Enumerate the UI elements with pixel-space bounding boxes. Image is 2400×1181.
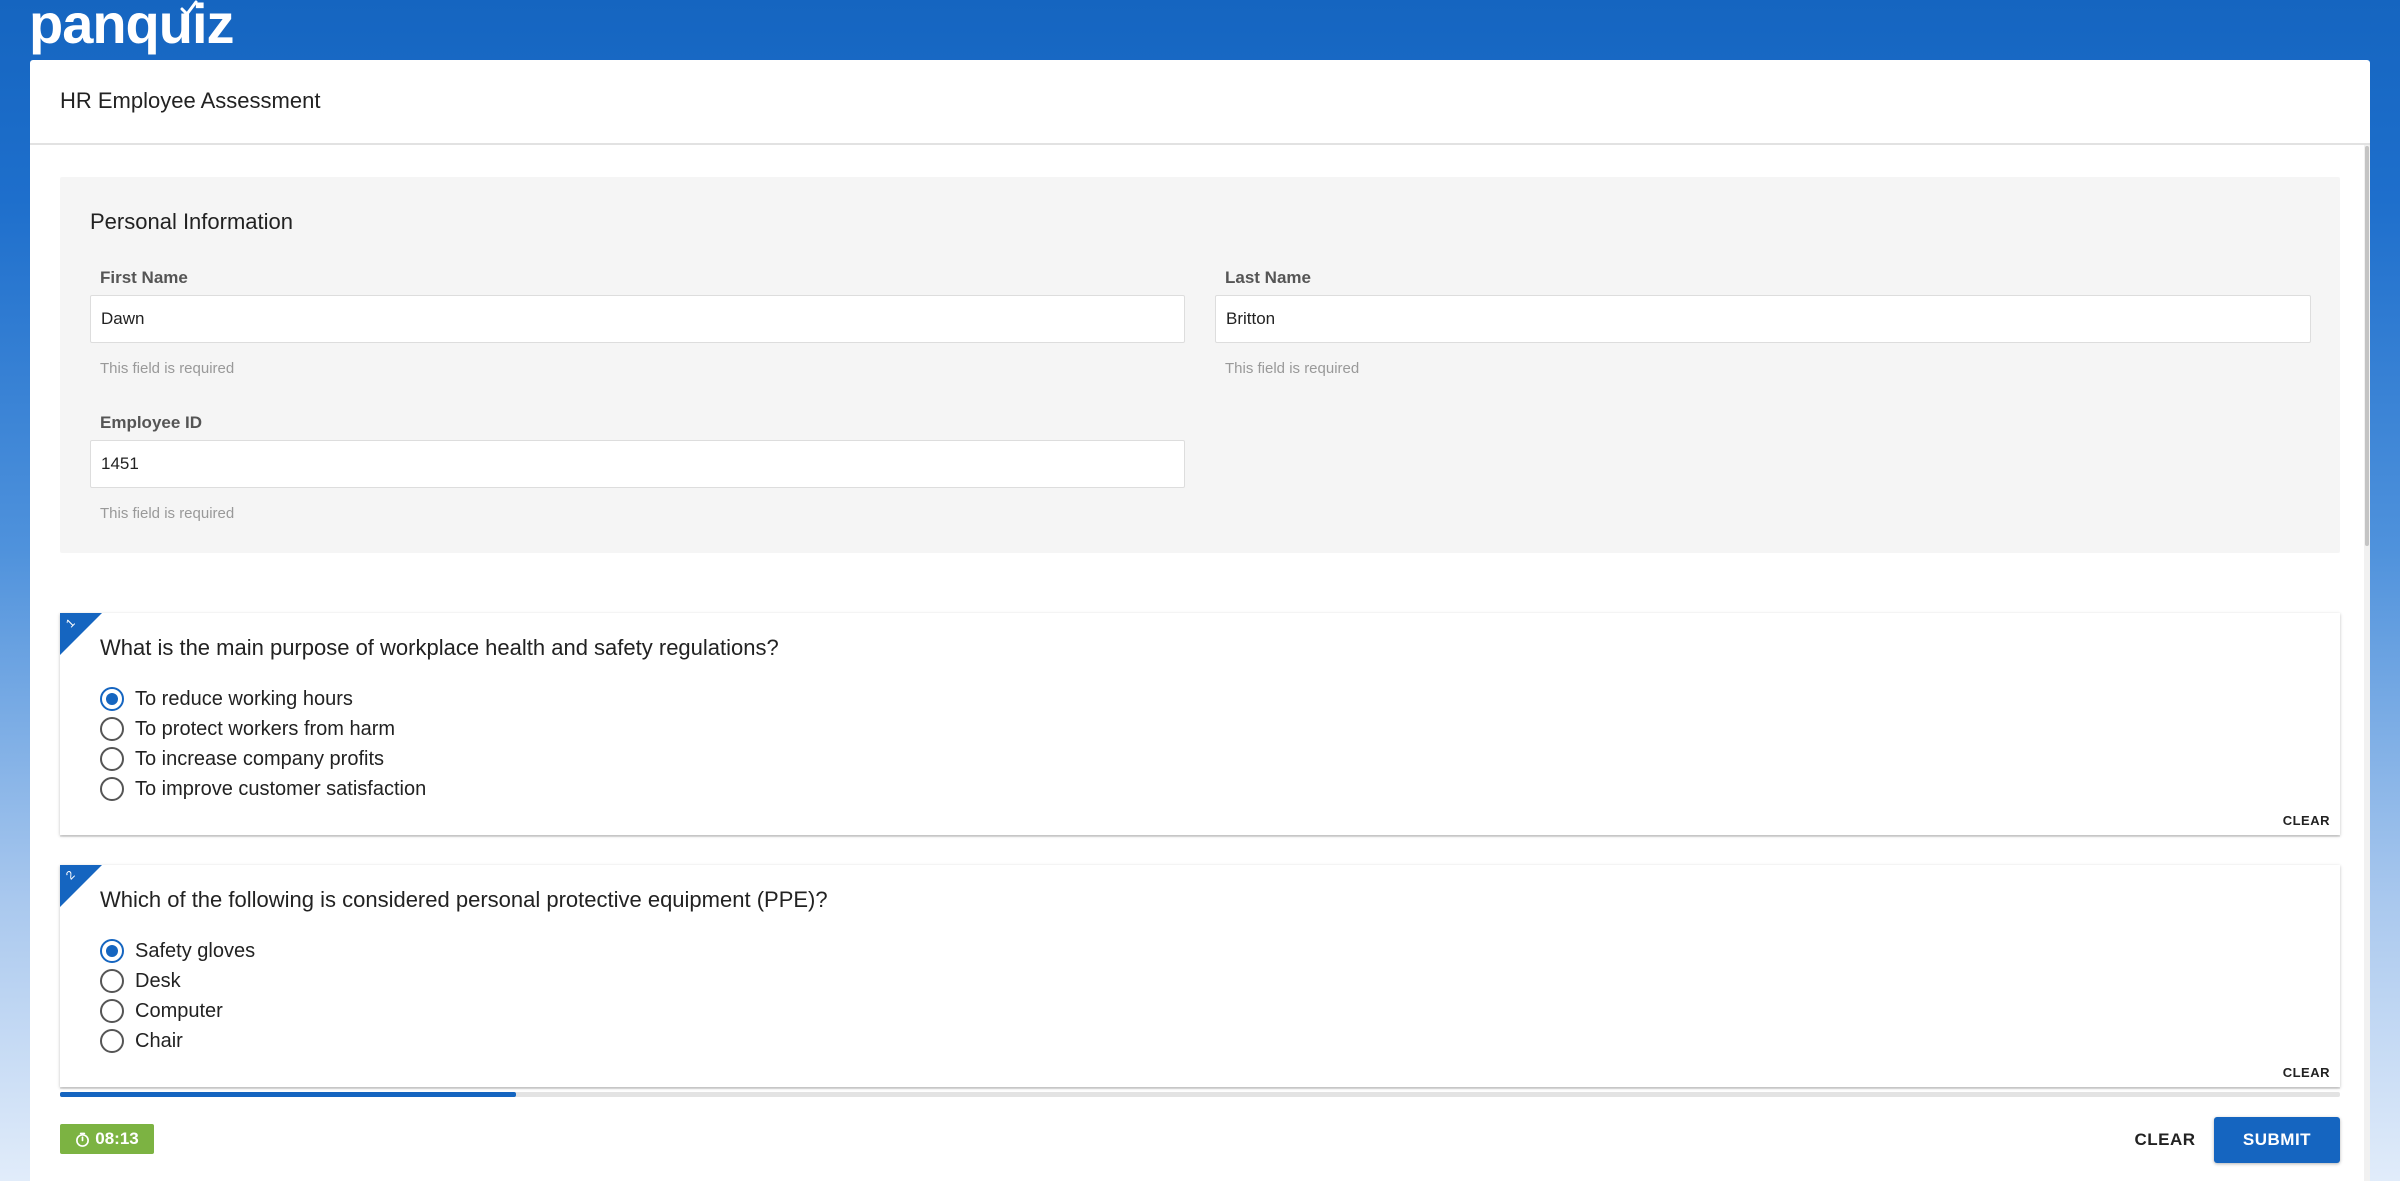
question-clear-button[interactable]: CLEAR — [2283, 813, 2330, 828]
answer-option-label: To protect workers from harm — [135, 717, 396, 740]
section-title: Personal Information — [90, 209, 293, 234]
card-header: HR Employee Assessment — [30, 60, 2370, 145]
answer-option[interactable]: Safety gloves — [100, 937, 255, 965]
employee-id-field[interactable] — [90, 440, 1185, 488]
answer-option[interactable]: Desk — [100, 967, 181, 995]
radio-unselected-icon[interactable] — [100, 777, 124, 801]
panquiz-logo: panquiz — [29, 0, 235, 55]
submit-button[interactable]: SUBMIT — [2214, 1117, 2340, 1163]
timer-badge: 08:13 — [60, 1124, 154, 1154]
answer-option-label: To increase company profits — [135, 747, 385, 770]
radio-selected-icon[interactable] — [100, 939, 124, 963]
answer-option[interactable]: To protect workers from harm — [100, 715, 395, 743]
radio-unselected-icon[interactable] — [100, 717, 124, 741]
employee-id-label: Employee ID — [100, 413, 203, 432]
first-name-hint: This field is required — [100, 360, 235, 377]
answer-option[interactable]: To improve customer satisfaction — [100, 775, 426, 803]
answer-option[interactable]: To reduce working hours — [100, 685, 353, 713]
stopwatch-icon — [76, 1132, 90, 1147]
top-bar: panquiz — [0, 0, 2400, 60]
radio-unselected-icon[interactable] — [100, 969, 124, 993]
radio-unselected-icon[interactable] — [100, 999, 124, 1023]
answer-option-label: Safety gloves — [135, 939, 256, 962]
answer-option-label: To improve customer satisfaction — [135, 777, 427, 800]
timer-value: 08:13 — [95, 1129, 139, 1148]
quiz-title: HR Employee Assessment — [60, 88, 321, 113]
progress-bar — [60, 1092, 2340, 1097]
employee-id-hint: This field is required — [100, 505, 235, 522]
question-text: What is the main purpose of workplace he… — [100, 635, 779, 660]
first-name-label: First Name — [100, 268, 188, 287]
radio-selected-icon[interactable] — [100, 687, 124, 711]
personal-information-section: Personal Information First Name This fie… — [60, 177, 2340, 553]
last-name-label: Last Name — [1225, 268, 1311, 287]
first-name-field[interactable] — [90, 295, 1185, 343]
scrollbar-thumb[interactable] — [2365, 146, 2369, 546]
question-clear-button[interactable]: CLEAR — [2283, 1065, 2330, 1080]
radio-unselected-icon[interactable] — [100, 747, 124, 771]
question-text: Which of the following is considered per… — [100, 887, 828, 912]
last-name-hint: This field is required — [1225, 360, 1360, 377]
logo-checkmark-icon — [180, 0, 198, 16]
answer-option[interactable]: Computer — [100, 997, 223, 1025]
clear-all-button[interactable]: CLEAR — [2120, 1118, 2210, 1162]
question-card-1: 1 What is the main purpose of workplace … — [60, 613, 2340, 835]
answer-option-label: Chair — [135, 1029, 183, 1052]
last-name-field[interactable] — [1215, 295, 2311, 343]
answer-option-label: Computer — [135, 999, 223, 1022]
answer-option-label: Desk — [135, 969, 181, 992]
progress-bar-fill — [60, 1092, 516, 1097]
answer-option[interactable]: To increase company profits — [100, 745, 384, 773]
answer-option[interactable]: Chair — [100, 1027, 183, 1055]
radio-unselected-icon[interactable] — [100, 1029, 124, 1053]
quiz-card: HR Employee Assessment Personal Informat… — [30, 60, 2370, 1181]
question-card-2: 2 Which of the following is considered p… — [60, 865, 2340, 1087]
answer-option-label: To reduce working hours — [135, 687, 353, 710]
